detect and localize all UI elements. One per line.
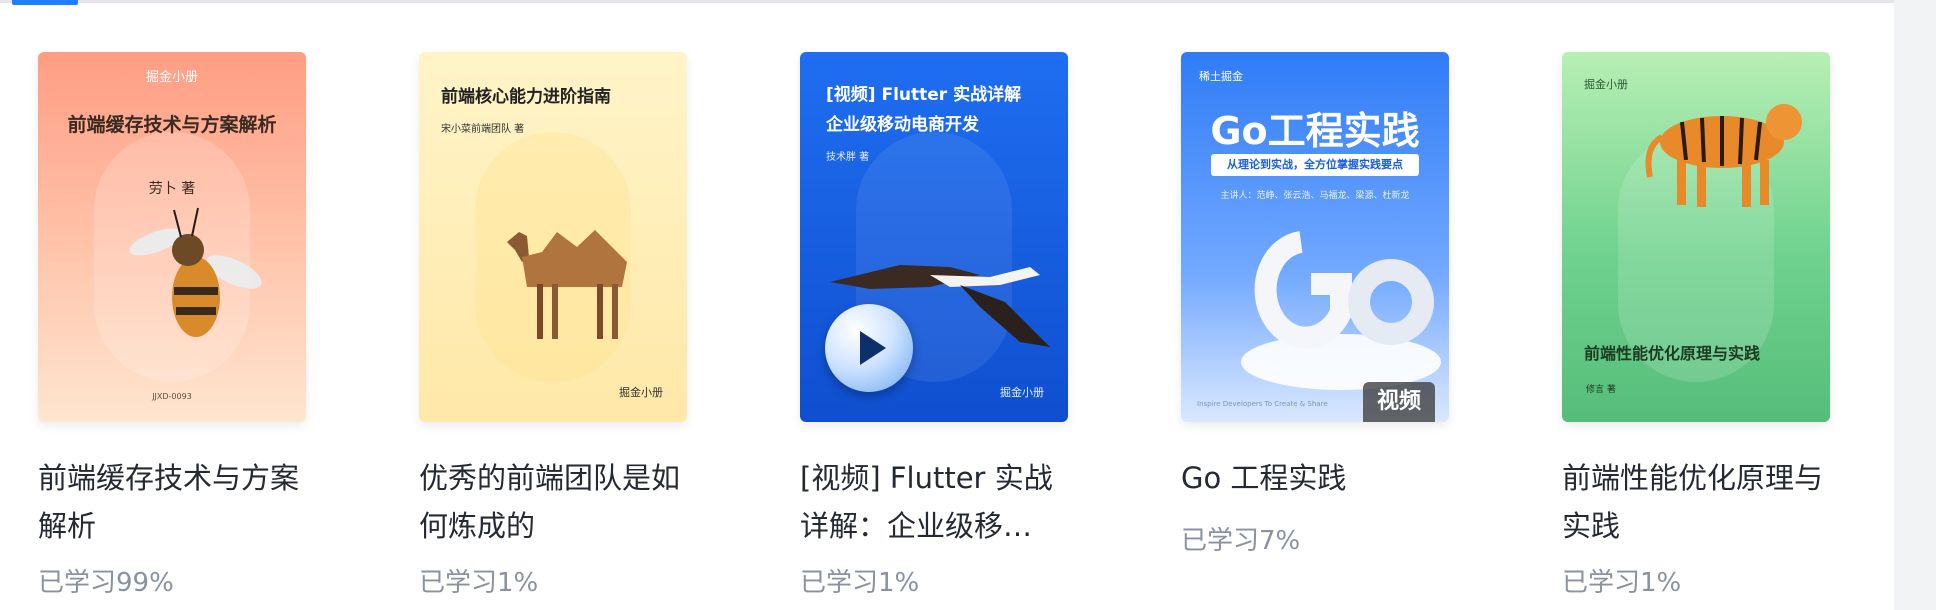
play-icon (860, 331, 886, 365)
cover-heading: Go工程实践 (1210, 109, 1420, 153)
scrollbar-track[interactable] (1894, 0, 1936, 610)
cover-heading: 前端核心能力进阶指南 (441, 87, 611, 107)
cover-footer: Inspire Developers To Create & Share (1197, 400, 1328, 408)
tiger-illustration (1645, 104, 1802, 207)
course-cover[interactable]: 掘金小册 前端缓存技术与方案解析 劳卜 著 JJXD-0093 (38, 52, 306, 422)
course-cover[interactable]: 掘金小册 前端性能优化原理与实践 修言 著 (1562, 52, 1830, 422)
course-cover[interactable]: 稀土掘金 Go工程实践 从理论到实战，全方位掌握实践要点 主讲人：范峥、张云浩、… (1181, 52, 1449, 422)
cover-heading: 前端性能优化原理与实践 (1584, 344, 1761, 363)
cover-heading: 前端缓存技术与方案解析 (67, 114, 277, 136)
tabs-divider (0, 0, 1894, 3)
cover-brand: 掘金小册 (1584, 78, 1628, 91)
course-title[interactable]: [视频] Flutter 实战详解：企业级移… (800, 454, 1068, 550)
cover-speakers: 主讲人：范峥、张云浩、马福龙、梁源、杜新龙 (1220, 191, 1410, 201)
cover-author: 宋小菜前端团队 著 (441, 124, 525, 135)
course-card[interactable]: 掘金小册 前端缓存技术与方案解析 劳卜 著 JJXD-0093 前端缓存技术与方… (38, 52, 306, 599)
course-grid: 掘金小册 前端缓存技术与方案解析 劳卜 著 JJXD-0093 前端缓存技术与方… (38, 52, 1830, 599)
cover-subtitle: 从理论到实战，全方位掌握实践要点 (1211, 154, 1419, 176)
video-tag: 视频 (1363, 382, 1435, 422)
course-title[interactable]: 前端性能优化原理与实践 (1562, 454, 1830, 550)
active-tab-indicator (12, 0, 78, 5)
cover-brand: 掘金小册 (1000, 386, 1044, 399)
course-title[interactable]: 前端缓存技术与方案解析 (38, 454, 306, 550)
cover-heading-line2: 企业级移动电商开发 (826, 115, 979, 135)
course-title[interactable]: 优秀的前端团队是如何炼成的 (419, 454, 687, 550)
course-card[interactable]: [视频] Flutter 实战详解 企业级移动电商开发 技术胖 著 掘金小册 [… (800, 52, 1068, 599)
course-card[interactable]: 前端核心能力进阶指南 宋小菜前端团队 著 掘金小册 优秀的前端团队是如何炼成的 … (419, 52, 687, 599)
cover-brand: 掘金小册 (145, 70, 198, 85)
course-title[interactable]: Go 工程实践 (1181, 454, 1449, 502)
camel-illustration (507, 230, 627, 339)
course-card[interactable]: 稀土掘金 Go工程实践 从理论到实战，全方位掌握实践要点 主讲人：范峥、张云浩、… (1181, 52, 1449, 599)
course-card[interactable]: 掘金小册 前端性能优化原理与实践 修言 著 前端性能优化原理与实践 已学习1% (1562, 52, 1830, 599)
play-button[interactable] (825, 304, 913, 392)
cover-code: JJXD-0093 (152, 392, 192, 401)
cover-brand: 掘金小册 (619, 386, 663, 399)
cover-author: 修言 著 (1586, 385, 1616, 395)
course-progress: 已学习7% (1181, 526, 1301, 556)
bee-illustration (129, 207, 262, 337)
course-progress: 已学习1% (800, 568, 920, 598)
course-cover[interactable]: 前端核心能力进阶指南 宋小菜前端团队 著 掘金小册 (419, 52, 687, 422)
cover-brand: 稀土掘金 (1199, 70, 1243, 83)
cover-author: 技术胖 著 (826, 152, 870, 163)
cover-author: 劳卜 著 (148, 181, 196, 197)
course-progress: 已学习1% (419, 568, 539, 598)
course-progress: 已学习1% (1562, 568, 1682, 598)
course-progress: 已学习99% (38, 568, 174, 598)
course-cover[interactable]: [视频] Flutter 实战详解 企业级移动电商开发 技术胖 著 掘金小册 (800, 52, 1068, 422)
cover-heading-line1: [视频] Flutter 实战详解 (826, 85, 1022, 105)
